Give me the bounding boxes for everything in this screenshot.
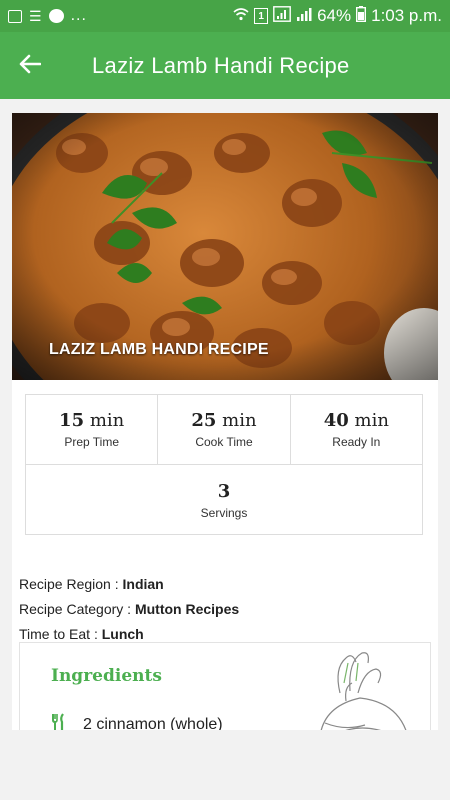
cook-time-unit: min [222,410,257,431]
recipe-meta: Recipe Region : Indian Recipe Category :… [19,572,239,647]
ready-in-label: Ready In [332,435,381,449]
fork-knife-icon [51,713,67,730]
system-icons: 1 64% 1:03 p.m. [233,5,442,27]
cook-time-label: Cook Time [195,435,253,449]
ready-in-value: 40 [323,410,349,431]
bottom-area [0,730,450,800]
prep-time-value: 15 [59,410,85,431]
signal-box-icon [273,5,291,27]
more-notifications-indicator: ... [70,7,87,24]
recipe-hero-image: LAZIZ LAMB HANDI RECIPE [12,113,438,380]
messenger-icon [48,9,64,23]
recipe-category-row: Recipe Category : Mutton Recipes [19,597,239,622]
time-stats-table: 15 min Prep Time 25 min Cook Time 40 min… [25,394,423,535]
clock: 1:03 p.m. [371,6,442,25]
status-bar: ☰ ... 1 64% 1:03 p.m. [0,0,450,32]
hero-caption: LAZIZ LAMB HANDI RECIPE [49,341,269,358]
time-to-eat-label: Time to Eat : [19,626,102,642]
time-to-eat-value: Lunch [101,626,144,642]
recipe-category-label: Recipe Category : [19,601,135,617]
notification-icons: ☰ ... [8,7,87,25]
signal-strength-icon [296,6,312,26]
ingredient-item: 2 cinnamon (whole) [51,713,223,730]
page-title: Laziz Lamb Handi Recipe [92,52,350,78]
recipe-card: LAZIZ LAMB HANDI RECIPE 15 min Prep Time… [12,113,438,730]
curry-dish-illustration [12,113,438,380]
app-bar: Laziz Lamb Handi Recipe [0,32,450,99]
prep-time-label: Prep Time [64,435,119,449]
servings-stat: 3 Servings [26,465,422,535]
cook-time-value: 25 [191,410,217,431]
ingredient-text: 2 cinnamon (whole) [83,715,223,731]
image-notification-icon [8,9,22,23]
prep-time-unit: min [89,410,125,431]
ingredients-section: Ingredients 2 cinnamon (whole) [19,642,431,730]
sim-one-icon: 1 [254,8,269,24]
recipe-category-value: Mutton Recipes [134,601,240,617]
recipe-region-value: Indian [122,576,164,592]
recipe-region-row: Recipe Region : Indian [19,572,239,597]
ingredients-heading: Ingredients [51,666,162,686]
turnip-sketch-icon [320,652,407,730]
servings-label: Servings [200,505,248,520]
servings-value: 3 [217,480,231,502]
recipe-scroll-view[interactable]: LAZIZ LAMB HANDI RECIPE 15 min Prep Time… [0,99,450,730]
cook-time-stat: 25 min Cook Time [158,395,291,464]
battery-icon [356,5,367,27]
ready-in-unit: min [354,410,389,431]
list-notification-icon: ☰ [29,8,42,24]
recipe-region-label: Recipe Region : [19,576,123,592]
arrow-left-icon [19,50,42,81]
back-button[interactable] [2,32,58,99]
battery-percent: 64% [317,6,352,25]
wifi-icon [233,6,249,26]
ready-in-stat: 40 min Ready In [291,395,422,464]
prep-time-stat: 15 min Prep Time [26,395,159,464]
